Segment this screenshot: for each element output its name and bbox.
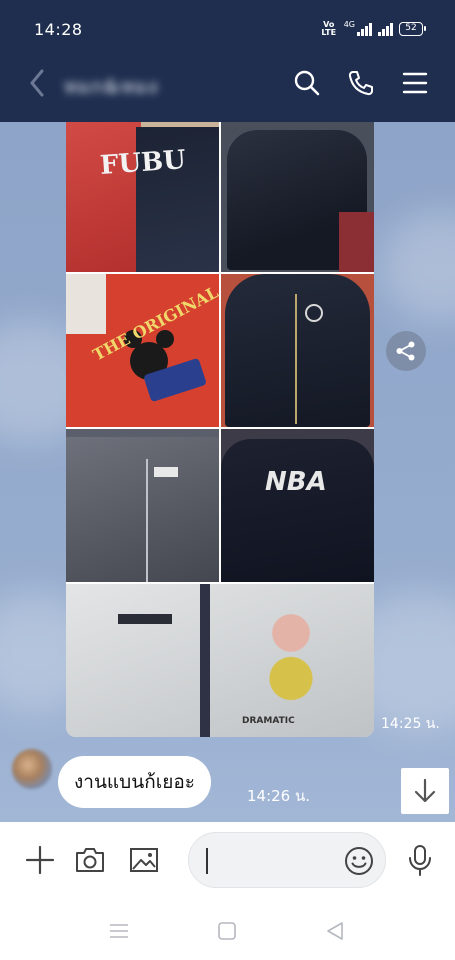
message-text: งานแบนก้เยอะ [74,771,195,793]
image-icon [130,848,158,872]
photo-caption: FUBU [99,145,187,181]
add-button[interactable] [22,842,58,878]
menu-icon [402,72,428,94]
photo-fubu-jacket[interactable]: FUBU [66,122,219,272]
voice-button[interactable] [402,842,438,878]
arrow-down-icon [414,778,436,803]
microphone-icon [409,845,431,876]
gallery-button[interactable] [126,842,162,878]
message-input[interactable] [188,832,386,888]
message-input-bar [0,822,455,902]
avatar[interactable] [12,749,52,789]
back-button[interactable] [22,66,52,100]
photo-caption: DRAMATIC [242,716,295,726]
chat-title: หมก&หมง [64,76,159,98]
image-album[interactable]: FUBU THE ORIGINAL NBA DRAMATIC [66,122,374,737]
chat-header: หมก&หมง [0,46,455,122]
text-caret [206,848,208,874]
chat-area[interactable]: FUBU THE ORIGINAL NBA DRAMATIC 14:25 น. … [0,122,455,822]
chevron-left-icon [30,69,44,97]
status-bar: 14:28 Vo LTE 4G 52 [0,0,455,46]
plus-icon [25,845,55,875]
back-triangle-icon [327,922,343,940]
menu-button[interactable] [398,66,432,100]
battery-icon: 52 [399,22,426,36]
photo-white-cartoon-jacket[interactable]: DRAMATIC [66,584,374,737]
photo-mickey-jacket[interactable]: THE ORIGINAL [66,274,219,427]
phone-icon [348,71,373,96]
system-nav-bar [0,902,455,960]
volte-indicator: Vo LTE [321,20,337,37]
share-icon [396,341,415,361]
search-icon [294,70,320,96]
recents-icon [110,924,128,938]
photo-dark-hooded-jacket[interactable] [221,122,374,272]
photo-grey-zip-jacket[interactable] [66,429,219,582]
call-button[interactable] [344,66,378,100]
emoji-button[interactable] [343,845,375,877]
back-nav-button[interactable] [321,918,349,944]
battery-level: 52 [405,23,417,33]
status-time: 14:28 [34,20,83,39]
message-time: 14:26 น. [247,787,311,805]
photo-navy-bomber-jacket[interactable] [221,274,374,427]
network-type: 4G [343,19,355,29]
share-button[interactable] [386,331,426,371]
photo-caption: NBA [265,467,327,497]
recents-button[interactable] [105,918,133,944]
scroll-down-button[interactable] [401,768,449,814]
signal-icon [357,22,372,36]
camera-button[interactable] [72,842,108,878]
search-button[interactable] [290,66,324,100]
camera-icon [76,848,104,872]
smiley-icon [345,847,373,875]
status-icons: Vo LTE 4G 52 [320,19,426,37]
signal-icon [378,22,393,36]
photo-nba-hoodie[interactable]: NBA [221,429,374,582]
home-icon [218,922,236,940]
message-time: 14:25 น. [381,716,440,732]
message-bubble[interactable]: งานแบนก้เยอะ [58,756,211,808]
home-button[interactable] [213,918,241,944]
